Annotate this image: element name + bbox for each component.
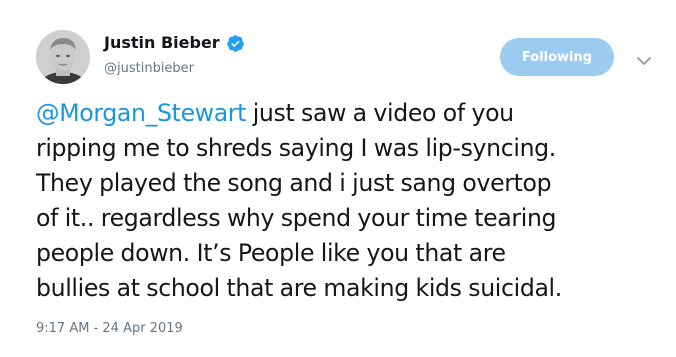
avatar[interactable] bbox=[36, 30, 90, 84]
tweet-line: people down. It’s People like you that a… bbox=[36, 239, 506, 267]
timestamp[interactable]: 9:17 AM - 24 Apr 2019 bbox=[36, 320, 183, 338]
tweet-line: @Morgan_Stewart just saw a video of you bbox=[36, 96, 672, 131]
tweet-line: ripping me to shreds saying I was lip-sy… bbox=[36, 134, 556, 162]
user-name-row: Justin Bieber bbox=[104, 33, 245, 53]
user-handle[interactable]: @justinbieber bbox=[104, 60, 194, 78]
user-name[interactable]: Justin Bieber bbox=[104, 33, 220, 53]
tweet-line: They played the song and i just sang ove… bbox=[36, 169, 552, 197]
tweet-card: Justin Bieber @justinbieber Following @M… bbox=[0, 0, 676, 357]
tweet-text: @Morgan_Stewart just saw a video of you … bbox=[36, 96, 672, 306]
following-button[interactable]: Following bbox=[500, 38, 614, 76]
tweet-line: bullies at school that are making kids s… bbox=[36, 274, 562, 302]
tweet-line-text: just saw a video of you bbox=[246, 99, 514, 127]
tweet-line: of it.. regardless why spend your time t… bbox=[36, 204, 557, 232]
verified-badge-icon bbox=[226, 34, 245, 53]
chevron-down-icon[interactable] bbox=[636, 52, 652, 65]
mention-link[interactable]: @Morgan_Stewart bbox=[36, 99, 246, 127]
avatar-image bbox=[36, 30, 90, 84]
